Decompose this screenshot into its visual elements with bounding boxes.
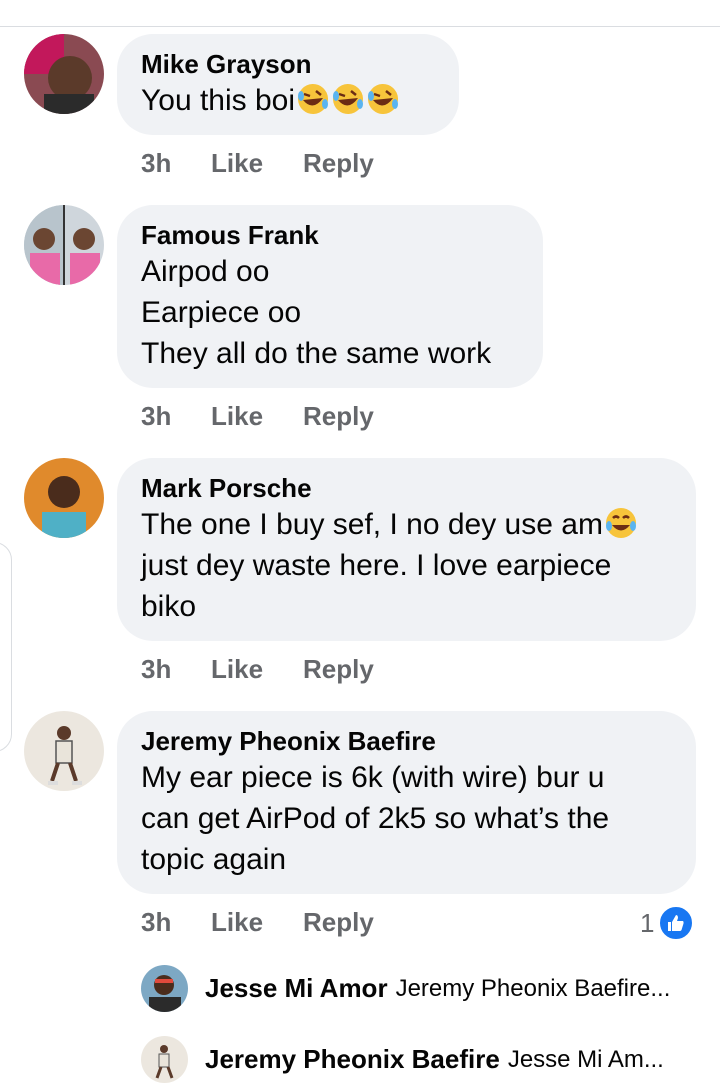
top-divider: [0, 26, 720, 27]
comment-text: You this boi: [141, 80, 435, 121]
reply-author[interactable]: Jesse Mi Amor: [205, 973, 388, 1004]
reply-button[interactable]: Reply: [303, 907, 374, 938]
comment-bubble: Mark Porsche The one I buy sef, I no dey…: [117, 458, 696, 641]
commenter-name[interactable]: Mike Grayson: [141, 48, 435, 80]
tears-of-joy-icon: [604, 506, 638, 540]
comment-line: You this boi: [141, 84, 296, 117]
comment-timestamp[interactable]: 3h: [141, 148, 211, 179]
comment-line: topic again: [141, 843, 287, 876]
avatar-mark-porsche[interactable]: [24, 458, 104, 538]
comment-actions: 3h Like Reply: [141, 401, 374, 432]
avatar-famous-frank[interactable]: [24, 205, 104, 285]
comment-line: biko: [141, 590, 197, 623]
reply-preview: Jeremy Pheonix Baefire...: [395, 974, 671, 1002]
avatar-jeremy-pheonix-baefire[interactable]: [24, 711, 104, 791]
reply-button[interactable]: Reply: [303, 654, 374, 685]
comment-actions: 3h Like Reply: [141, 148, 374, 179]
avatar-jesse-mi-amor[interactable]: [141, 965, 188, 1012]
comment-line: My ear piece is 6k (with wire) bur u: [141, 761, 605, 794]
avatar-jeremy-pheonix-baefire-reply[interactable]: [141, 1036, 188, 1083]
rolling-on-floor-laughing-icon: [331, 82, 365, 116]
like-button[interactable]: Like: [211, 907, 303, 938]
comment-actions: 3h Like Reply: [141, 907, 374, 938]
comment-line: Earpiece oo: [141, 296, 302, 329]
reply-preview: Jesse Mi Am...: [507, 1045, 664, 1073]
like-button[interactable]: Like: [211, 148, 303, 179]
commenter-name[interactable]: Jeremy Pheonix Baefire: [141, 725, 672, 757]
comment-text: Airpod oo Earpiece oo They all do the sa…: [141, 251, 519, 374]
comment-text: The one I buy sef, I no dey use am just …: [141, 504, 672, 627]
comment-timestamp[interactable]: 3h: [141, 907, 211, 938]
comment-bubble: Famous Frank Airpod oo Earpiece oo They …: [117, 205, 543, 388]
comment-timestamp[interactable]: 3h: [141, 401, 211, 432]
reply-item[interactable]: Jeremy Pheonix Baefire Jesse Mi Am...: [141, 1036, 664, 1083]
comment-text: My ear piece is 6k (with wire) bur u can…: [141, 757, 672, 880]
comment-line: They all do the same work: [141, 337, 492, 370]
comment-bubble: Mike Grayson You this boi: [117, 34, 459, 135]
comment-line: just dey waste here. I love earpiece: [141, 549, 612, 582]
like-button[interactable]: Like: [211, 654, 303, 685]
comment-line: The one I buy sef, I no dey use am: [141, 508, 603, 541]
comment-actions: 3h Like Reply: [141, 654, 374, 685]
rolling-on-floor-laughing-icon: [296, 82, 330, 116]
comment-bubble: Jeremy Pheonix Baefire My ear piece is 6…: [117, 711, 696, 894]
overlapping-panel-edge: [0, 542, 12, 752]
commenter-name[interactable]: Famous Frank: [141, 219, 519, 251]
reply-button[interactable]: Reply: [303, 148, 374, 179]
avatar-mike-grayson[interactable]: [24, 34, 104, 114]
comment-line: Airpod oo: [141, 255, 270, 288]
reaction-count: 1: [640, 907, 655, 938]
like-button[interactable]: Like: [211, 401, 303, 432]
comment-line: can get AirPod of 2k5 so what’s the: [141, 802, 610, 835]
rolling-on-floor-laughing-icon: [366, 82, 400, 116]
commenter-name[interactable]: Mark Porsche: [141, 472, 672, 504]
reaction-summary[interactable]: 1: [640, 905, 695, 941]
thumbs-up-icon: [658, 905, 695, 941]
reply-button[interactable]: Reply: [303, 401, 374, 432]
reply-author[interactable]: Jeremy Pheonix Baefire: [205, 1044, 500, 1075]
comment-timestamp[interactable]: 3h: [141, 654, 211, 685]
reply-item[interactable]: Jesse Mi Amor Jeremy Pheonix Baefire...: [141, 965, 670, 1012]
